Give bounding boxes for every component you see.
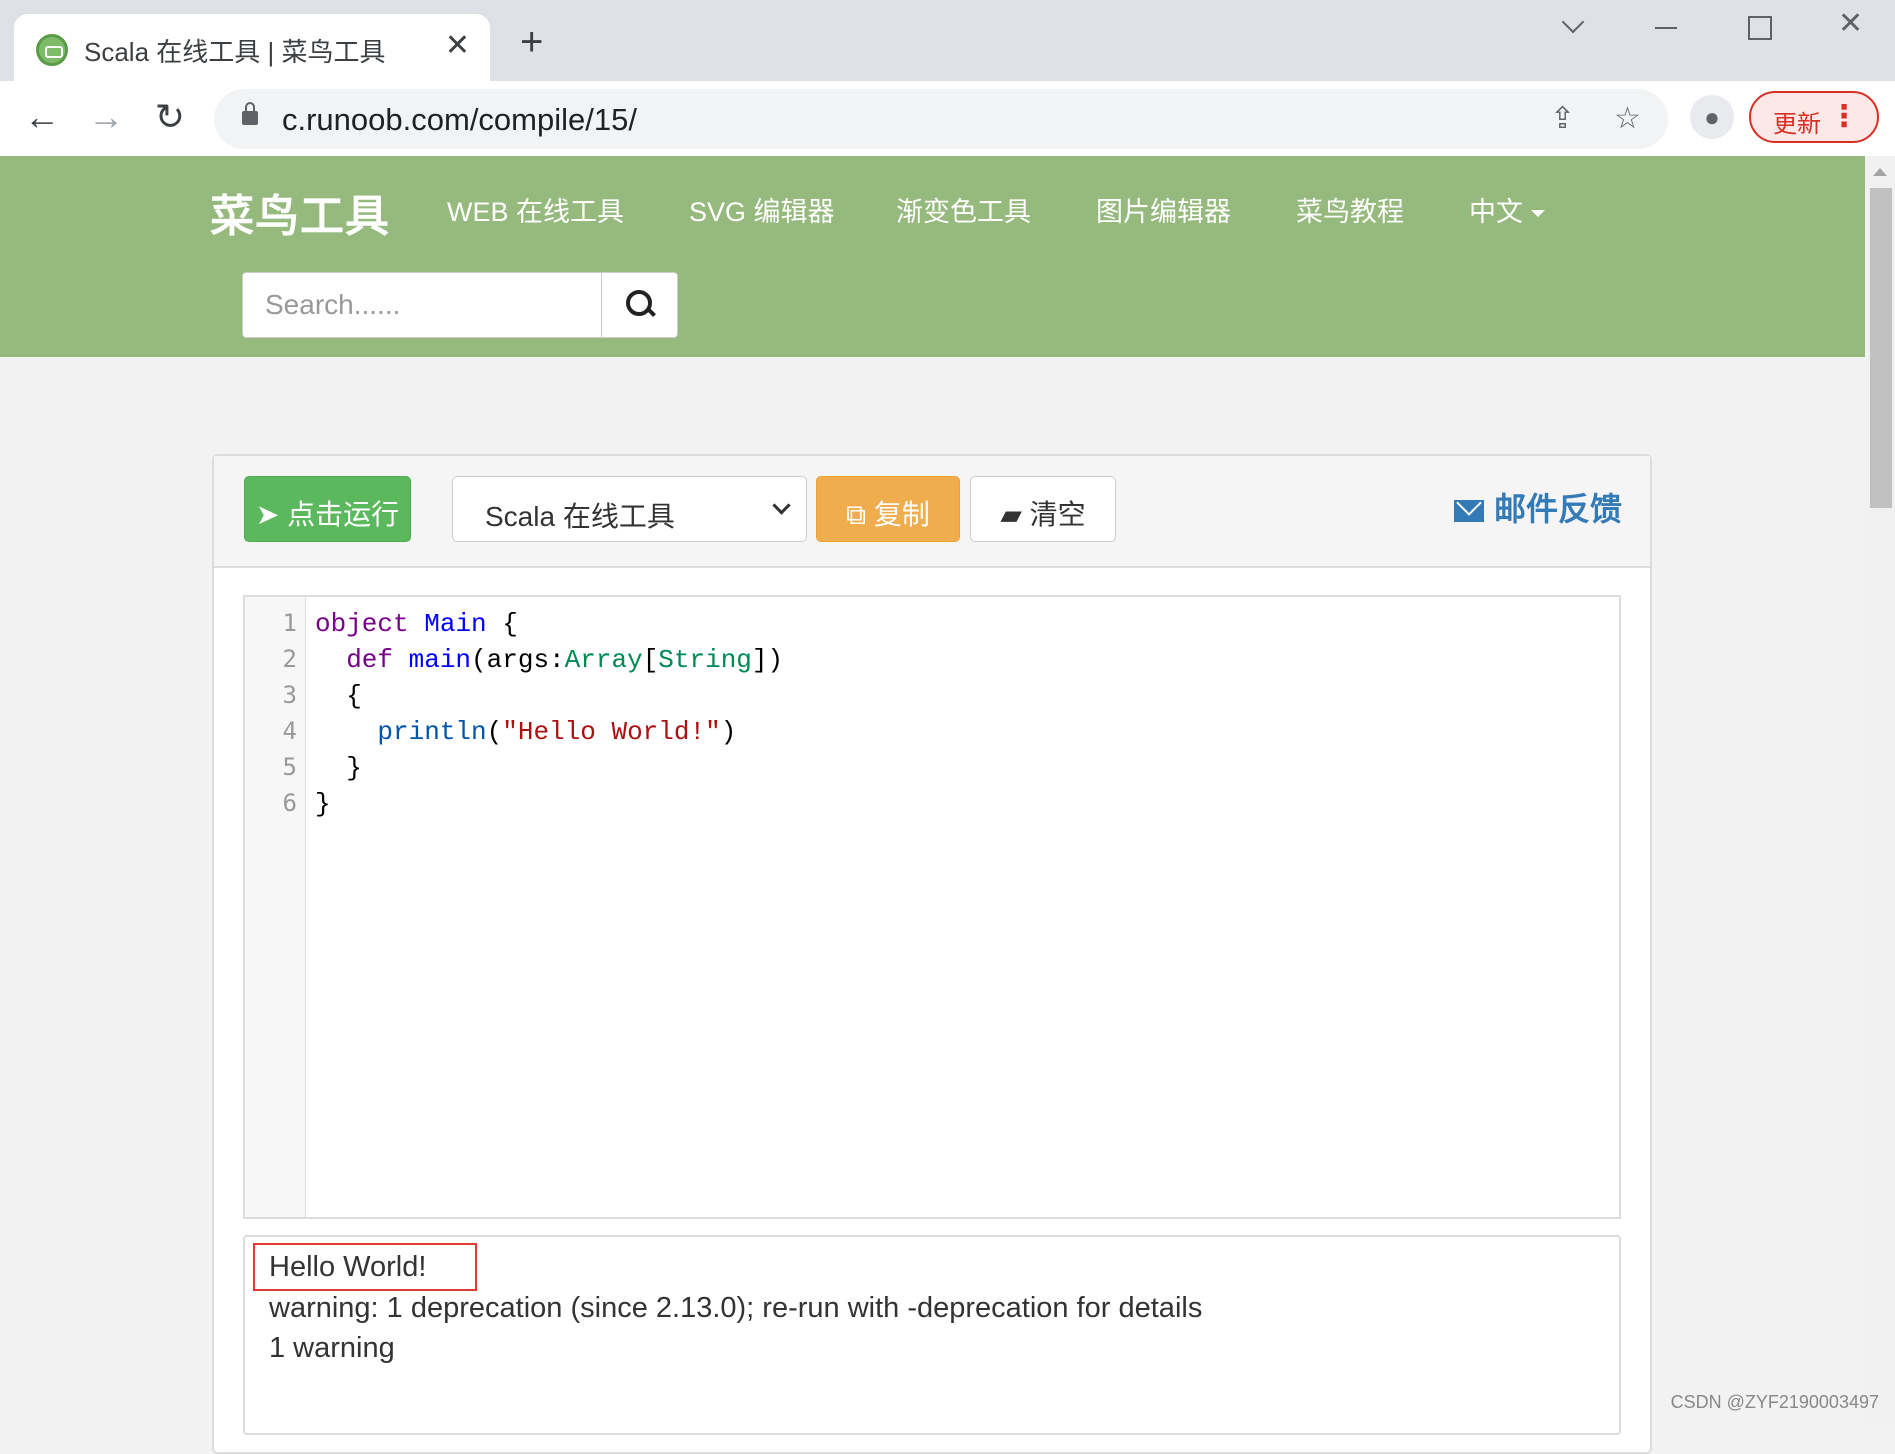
line-number: 6 <box>282 789 297 817</box>
code-token: println <box>315 717 487 747</box>
minimize-icon[interactable] <box>1655 27 1677 29</box>
menu-dots-icon[interactable]: ⋮ <box>1829 99 1859 134</box>
output-line: Hello World! <box>269 1251 427 1283</box>
url-text[interactable]: c.runoob.com/compile/15/ <box>282 102 637 138</box>
output-line: 1 warning <box>269 1332 395 1364</box>
code-token: { <box>315 681 362 711</box>
clear-label: 清空 <box>1029 499 1086 530</box>
code-token: { <box>486 609 518 639</box>
star-icon[interactable]: ☆ <box>1614 101 1641 136</box>
line-number: 3 <box>282 681 297 709</box>
code-token: main <box>408 645 472 675</box>
tab-strip: Scala 在线工具 | 菜鸟工具 ✕ + ✕ <box>0 0 1895 81</box>
code-token: Main <box>424 609 487 639</box>
nav-svg-editor[interactable]: SVG 编辑器 <box>689 190 835 229</box>
close-tab-icon[interactable]: ✕ <box>445 28 470 63</box>
code-editor[interactable]: 1 2 3 4 5 6 object Main { def main(args:… <box>243 595 1621 1219</box>
copy-icon: ⧉ <box>846 499 874 530</box>
code-token: def <box>315 645 394 675</box>
tab-search-icon[interactable] <box>1561 10 1585 34</box>
code-token: (args: <box>471 645 565 675</box>
clear-button[interactable]: ▰ 清空 <box>970 476 1116 542</box>
paper-plane-icon: ➤ <box>255 499 288 530</box>
run-label: 点击运行 <box>287 499 400 530</box>
nav-web-tools[interactable]: WEB 在线工具 <box>447 190 624 229</box>
new-tab-button[interactable]: + <box>520 22 543 62</box>
code-token: ) <box>720 717 737 747</box>
lock-icon[interactable] <box>242 102 258 125</box>
panel-toolbar: ➤ 点击运行 Scala 在线工具 ⧉ 复制 ▰ 清空 邮件反馈 <box>214 456 1650 568</box>
code-token: [ <box>642 645 659 675</box>
code-token: } <box>315 753 362 783</box>
run-button[interactable]: ➤ 点击运行 <box>244 476 411 542</box>
line-number: 1 <box>282 609 297 637</box>
scroll-up-arrow-icon[interactable] <box>1873 168 1887 176</box>
share-icon[interactable]: ⇪ <box>1550 101 1575 136</box>
update-button[interactable]: 更新 ⋮ <box>1749 91 1879 143</box>
code-token: ( <box>486 717 503 747</box>
eraser-icon: ▰ <box>1000 499 1030 530</box>
nav-language-dropdown[interactable]: 中文 <box>1469 190 1545 229</box>
search-icon-handle <box>646 307 656 317</box>
search-button[interactable] <box>601 273 678 337</box>
code-token: Array <box>564 645 643 675</box>
copy-label: 复制 <box>873 499 930 530</box>
nav-gradient-tool[interactable]: 渐变色工具 <box>896 190 1031 229</box>
search-box <box>242 272 678 338</box>
code-line[interactable]: } <box>315 753 362 783</box>
reload-icon[interactable]: ↻ <box>148 95 192 139</box>
profile-icon[interactable]: ● <box>1690 95 1734 139</box>
output-line: warning: 1 deprecation (since 2.13.0); r… <box>269 1292 1203 1324</box>
caret-down-icon <box>1531 210 1545 218</box>
line-number: 2 <box>282 645 297 673</box>
code-token: "Hello World!" <box>502 717 721 747</box>
address-bar[interactable]: c.runoob.com/compile/15/ ⇪ ☆ <box>214 89 1668 149</box>
nav-language-label: 中文 <box>1469 197 1523 227</box>
update-label: 更新 <box>1773 111 1821 138</box>
scroll-thumb[interactable] <box>1870 188 1892 508</box>
code-line[interactable]: def main(args:Array[String]) <box>315 645 783 675</box>
code-line[interactable]: println("Hello World!") <box>315 717 736 747</box>
tab-title: Scala 在线工具 | 菜鸟工具 <box>84 37 386 67</box>
language-selected: Scala 在线工具 <box>485 501 675 532</box>
browser-tab[interactable]: Scala 在线工具 | 菜鸟工具 ✕ <box>14 14 490 81</box>
code-token: ]) <box>751 645 784 675</box>
chevron-down-icon <box>772 496 791 515</box>
back-arrow-icon[interactable]: ← <box>20 95 64 139</box>
site-logo[interactable]: 菜鸟工具 <box>210 180 390 244</box>
copy-button[interactable]: ⧉ 复制 <box>816 476 960 542</box>
search-input[interactable] <box>243 273 601 337</box>
nav-tutorial[interactable]: 菜鸟教程 <box>1296 190 1404 229</box>
watermark: CSDN @ZYF2190003497 <box>1670 1392 1879 1412</box>
forward-arrow-icon[interactable]: → <box>84 95 128 139</box>
line-number: 5 <box>282 753 297 781</box>
code-token: } <box>315 789 331 819</box>
nav-image-editor[interactable]: 图片编辑器 <box>1096 190 1231 229</box>
line-number-gutter: 1 2 3 4 5 6 <box>245 597 306 1217</box>
site-header: 菜鸟工具 WEB 在线工具 SVG 编辑器 渐变色工具 图片编辑器 菜鸟教程 中… <box>0 156 1865 357</box>
email-feedback-link[interactable]: 邮件反馈 <box>1453 484 1622 530</box>
envelope-icon <box>1453 500 1484 522</box>
maximize-icon[interactable] <box>1748 16 1772 40</box>
code-token: String <box>658 645 752 675</box>
browser-toolbar: ← → ↻ c.runoob.com/compile/15/ ⇪ ☆ ● 更新 … <box>0 81 1895 157</box>
language-select[interactable]: Scala 在线工具 <box>452 476 807 542</box>
code-line[interactable]: { <box>315 681 362 711</box>
output-panel: Hello World! warning: 1 deprecation (sin… <box>243 1235 1621 1435</box>
code-line[interactable]: } <box>315 789 331 819</box>
code-line[interactable]: object Main { <box>315 609 518 639</box>
line-number: 4 <box>282 717 297 745</box>
page-scrollbar[interactable] <box>1865 156 1895 1423</box>
favicon-icon <box>36 34 68 66</box>
code-token: object <box>315 609 409 639</box>
feedback-label: 邮件反馈 <box>1493 491 1622 527</box>
window-close-icon[interactable]: ✕ <box>1838 6 1863 41</box>
